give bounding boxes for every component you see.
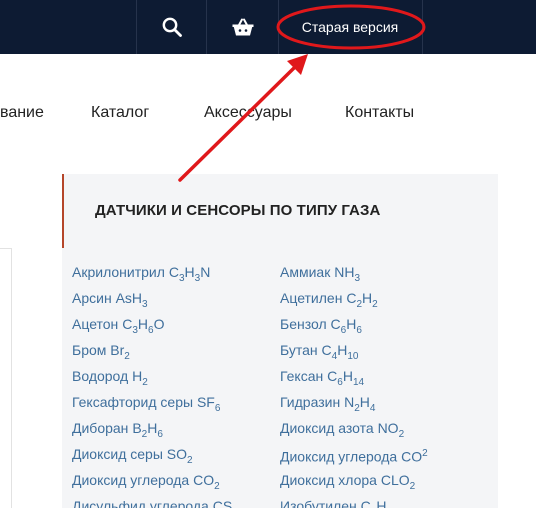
arrow-shaft [178,66,296,182]
gas-link[interactable]: Гексафторид серы SF6 [72,394,220,417]
gas-link[interactable]: Дисульфид углерода CS2 [72,498,238,508]
old-version-link[interactable]: Старая версия [279,0,421,54]
panel-accent-bar [62,174,64,248]
gas-link[interactable]: Акрилонитрил C3H3N [72,264,210,287]
nav-item-partial[interactable]: вание [0,104,44,122]
nav-item-contacts[interactable]: Контакты [345,104,414,122]
gas-link[interactable]: Диборан B2H6 [72,420,163,443]
gas-link[interactable]: Бензол C6H6 [280,316,362,339]
search-icon [162,17,182,37]
gas-link[interactable]: Диоксид углерода CO2 [280,446,428,465]
gas-link[interactable]: Бутан C4H10 [280,342,358,365]
panel-title: ДАТЧИКИ И СЕНСОРЫ ПО ТИПУ ГАЗА [95,202,381,219]
gas-link[interactable]: Изобутилен C4H8 [280,498,392,508]
gas-link[interactable]: Аммиак NH3 [280,264,360,287]
topbar-divider [422,0,423,54]
nav-item-accessories[interactable]: Аксессуары [204,104,292,122]
cart-button[interactable] [207,0,278,54]
arrow-head [287,54,308,75]
gas-link[interactable]: Гидразин N2H4 [280,394,375,417]
nav-item-catalog[interactable]: Каталог [91,104,149,122]
gas-link[interactable]: Ацетилен C2H2 [280,290,378,313]
old-version-label: Старая версия [301,19,399,35]
gas-link[interactable]: Водород H2 [72,368,148,391]
gas-link[interactable]: Диоксид хлора CLO2 [280,472,415,495]
gas-link[interactable]: Арсин AsH3 [72,290,148,313]
gas-link[interactable]: Диоксид углерода CO2 [72,472,220,495]
gas-link[interactable]: Гексан C6H14 [280,368,364,391]
search-button[interactable] [137,0,206,54]
top-bar: Старая версия [0,0,536,54]
gas-link[interactable]: Ацетон C3H6O [72,316,164,339]
gas-link[interactable]: Диоксид азота NO2 [280,420,404,443]
gas-link[interactable]: Диоксид серы SO2 [72,446,193,469]
content-box-edge [0,248,12,508]
basket-icon [232,18,253,36]
gas-link[interactable]: Бром Br2 [72,342,130,365]
